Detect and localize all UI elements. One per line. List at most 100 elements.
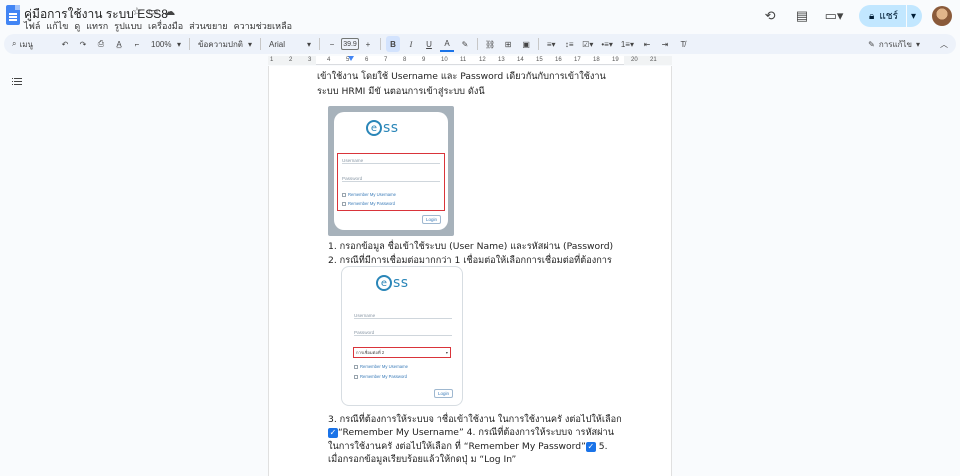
text-color-icon[interactable]: A bbox=[440, 36, 454, 52]
chevron-down-icon: ▾ bbox=[176, 39, 181, 49]
paint-format-icon[interactable]: ⌐ bbox=[130, 36, 144, 52]
spellcheck-icon[interactable]: A̲ bbox=[112, 36, 126, 52]
avatar[interactable] bbox=[932, 6, 952, 26]
ruler[interactable]: 1 2 3 4 5 6 7 8 9 10 11 12 13 14 15 16 17 18 19 20 21 bbox=[268, 56, 672, 65]
star-icon[interactable]: ☆ bbox=[132, 5, 142, 18]
list-item: 1. กรอกข้อมูล ชื่อเข้าใช้ระบบ (User Name… bbox=[328, 241, 614, 252]
mode-label: การแก้ไข bbox=[878, 39, 912, 49]
bold-button[interactable]: B bbox=[386, 36, 400, 52]
checkbox-icon: ✓ bbox=[585, 441, 596, 452]
ruler-number: 1 bbox=[270, 57, 274, 63]
document-page[interactable]: เข้าใช้งาน โดยใช้ Username และ Password … bbox=[268, 66, 672, 476]
highlight-icon[interactable]: ✎ bbox=[458, 36, 472, 52]
decrease-font-size-icon[interactable]: − bbox=[325, 36, 339, 52]
ruler-number: 9 bbox=[422, 57, 426, 63]
password-field: Password bbox=[354, 330, 452, 336]
ruler-number: 2 bbox=[289, 57, 293, 63]
login-screenshot-2[interactable]: e ss Username Password การเชื่อมต่อที่ 2 ▾… bbox=[341, 266, 463, 406]
ruler-number: 17 bbox=[574, 57, 581, 63]
connection-select: การเชื่อมต่อที่ 2 ▾ bbox=[353, 347, 451, 358]
username-field: Username bbox=[342, 158, 440, 164]
ruler-number: 16 bbox=[555, 57, 562, 63]
chevron-down-icon: ▾ bbox=[306, 39, 311, 49]
menu-insert[interactable]: แทรก bbox=[86, 19, 108, 33]
style-value: ข้อความปกติ bbox=[198, 39, 243, 49]
list-item: ✓ “Remember My Username” 4. กรณีที่ต้องกา… bbox=[328, 427, 614, 438]
bulleted-list-icon[interactable]: •≡▾ bbox=[599, 36, 614, 52]
share-dropdown-icon[interactable]: ▾ bbox=[911, 11, 916, 22]
toolbar: ⌕ เมนู ↶ ↷ ⎙ A̲ ⌐ 100% ▾ ข้อความปกติ ▾ Ari… bbox=[4, 34, 956, 54]
ruler-number: 8 bbox=[403, 57, 407, 63]
share-label: แชร์ bbox=[879, 10, 898, 22]
comments-icon[interactable]: ▤ bbox=[791, 5, 813, 27]
move-folder-icon[interactable]: ▭ bbox=[148, 5, 158, 18]
login-button: Login bbox=[434, 389, 454, 398]
menu-edit[interactable]: แก้ไข bbox=[46, 19, 68, 33]
menu-search[interactable]: ⌕ เมนู bbox=[4, 38, 56, 51]
font-select[interactable]: Arial ▾ bbox=[266, 36, 314, 52]
password-field: Password bbox=[342, 176, 440, 182]
meet-icon[interactable]: ▭▾ bbox=[823, 5, 845, 27]
ruler-number: 20 bbox=[631, 57, 638, 63]
editing-mode-select[interactable]: ✎ การแก้ไข ▾ bbox=[868, 38, 920, 51]
add-comment-icon[interactable]: ⊞ bbox=[501, 36, 515, 52]
italic-button[interactable]: I bbox=[404, 36, 418, 52]
remember-username-checkbox: Remember My Username bbox=[354, 364, 408, 369]
zoom-select[interactable]: 100% ▾ bbox=[148, 36, 184, 52]
increase-indent-icon[interactable]: ⇥ bbox=[658, 36, 672, 52]
undo-icon[interactable]: ↶ bbox=[58, 36, 72, 52]
lock-icon: 🔒︎ bbox=[869, 10, 875, 22]
history-icon[interactable]: ⟲ bbox=[759, 5, 781, 27]
menu-tools[interactable]: เครื่องมือ bbox=[148, 19, 183, 33]
search-icon: ⌕ bbox=[12, 39, 17, 48]
username-field: Username bbox=[354, 313, 452, 319]
chevron-down-icon: ▾ bbox=[247, 39, 252, 49]
menu-help[interactable]: ความช่วยเหลือ bbox=[234, 19, 292, 33]
cloud-status-icon[interactable]: ☁ bbox=[164, 5, 175, 18]
increase-font-size-icon[interactable]: + bbox=[361, 36, 375, 52]
menu-view[interactable]: ดู bbox=[74, 19, 80, 33]
align-icon[interactable]: ≡▾ bbox=[544, 36, 558, 52]
menu-file[interactable]: ไฟล์ bbox=[24, 19, 40, 33]
font-size-input[interactable]: 39.9 bbox=[341, 38, 359, 50]
ruler-number: 11 bbox=[460, 57, 467, 63]
pencil-icon: ✎ bbox=[868, 39, 875, 49]
title-bar: คู่มือการใช้งาน ระบบ ESS8 ☆ ▭ ☁ ไฟล์ แก้… bbox=[0, 0, 960, 32]
remember-password-checkbox: Remember My Password bbox=[342, 201, 395, 206]
login-button: Login bbox=[422, 215, 442, 224]
menu-format[interactable]: รูปแบบ bbox=[114, 19, 142, 33]
checklist-icon[interactable]: ☑▾ bbox=[580, 36, 595, 52]
remember-password-checkbox: Remember My Password bbox=[354, 374, 407, 379]
checkbox-icon: ✓ bbox=[328, 427, 338, 438]
menu-extensions[interactable]: ส่วนขยาย bbox=[189, 19, 227, 33]
style-select[interactable]: ข้อความปกติ ▾ bbox=[195, 36, 255, 52]
insert-image-icon[interactable]: ▣ bbox=[519, 36, 533, 52]
zoom-value: 100% bbox=[151, 39, 172, 49]
redo-icon[interactable]: ↷ bbox=[76, 36, 90, 52]
login-screenshot-1[interactable]: e ss Username Password Remember My Userna… bbox=[328, 106, 454, 236]
ruler-number: 5 bbox=[346, 57, 350, 63]
numbered-list-icon[interactable]: 1≡▾ bbox=[619, 36, 636, 52]
ruler-number: 21 bbox=[650, 57, 657, 63]
docs-logo-icon[interactable] bbox=[6, 5, 20, 25]
ruler-number: 10 bbox=[441, 57, 448, 63]
list-item: เมื่อกรอกข้อมูลเรียบร้อยแล้วให้กดปุ่ ม “… bbox=[328, 454, 517, 465]
ruler-number: 4 bbox=[327, 57, 331, 63]
decrease-indent-icon[interactable]: ⇤ bbox=[640, 36, 654, 52]
ruler-number: 3 bbox=[308, 57, 312, 63]
document-outline-icon[interactable] bbox=[12, 78, 22, 86]
line-spacing-icon[interactable]: ↕≡ bbox=[562, 36, 576, 52]
collapse-menu-icon[interactable]: ︿ bbox=[940, 39, 948, 50]
chevron-down-icon: ▾ bbox=[915, 39, 920, 49]
ruler-number: 14 bbox=[517, 57, 524, 63]
link-icon[interactable]: ⛓ bbox=[483, 36, 497, 52]
ruler-number: 6 bbox=[365, 57, 369, 63]
share-button[interactable]: 🔒︎ แชร์ ▾ bbox=[859, 5, 922, 27]
print-icon[interactable]: ⎙ bbox=[94, 36, 108, 52]
search-label: เมนู bbox=[19, 39, 33, 49]
clear-formatting-icon[interactable]: T̸ bbox=[676, 36, 690, 52]
ruler-number: 7 bbox=[384, 57, 388, 63]
ess-logo: e ss bbox=[376, 275, 409, 291]
paragraph: เข้าใช้งาน โดยใช้ Username และ Password … bbox=[317, 71, 606, 82]
underline-button[interactable]: U bbox=[422, 36, 436, 52]
